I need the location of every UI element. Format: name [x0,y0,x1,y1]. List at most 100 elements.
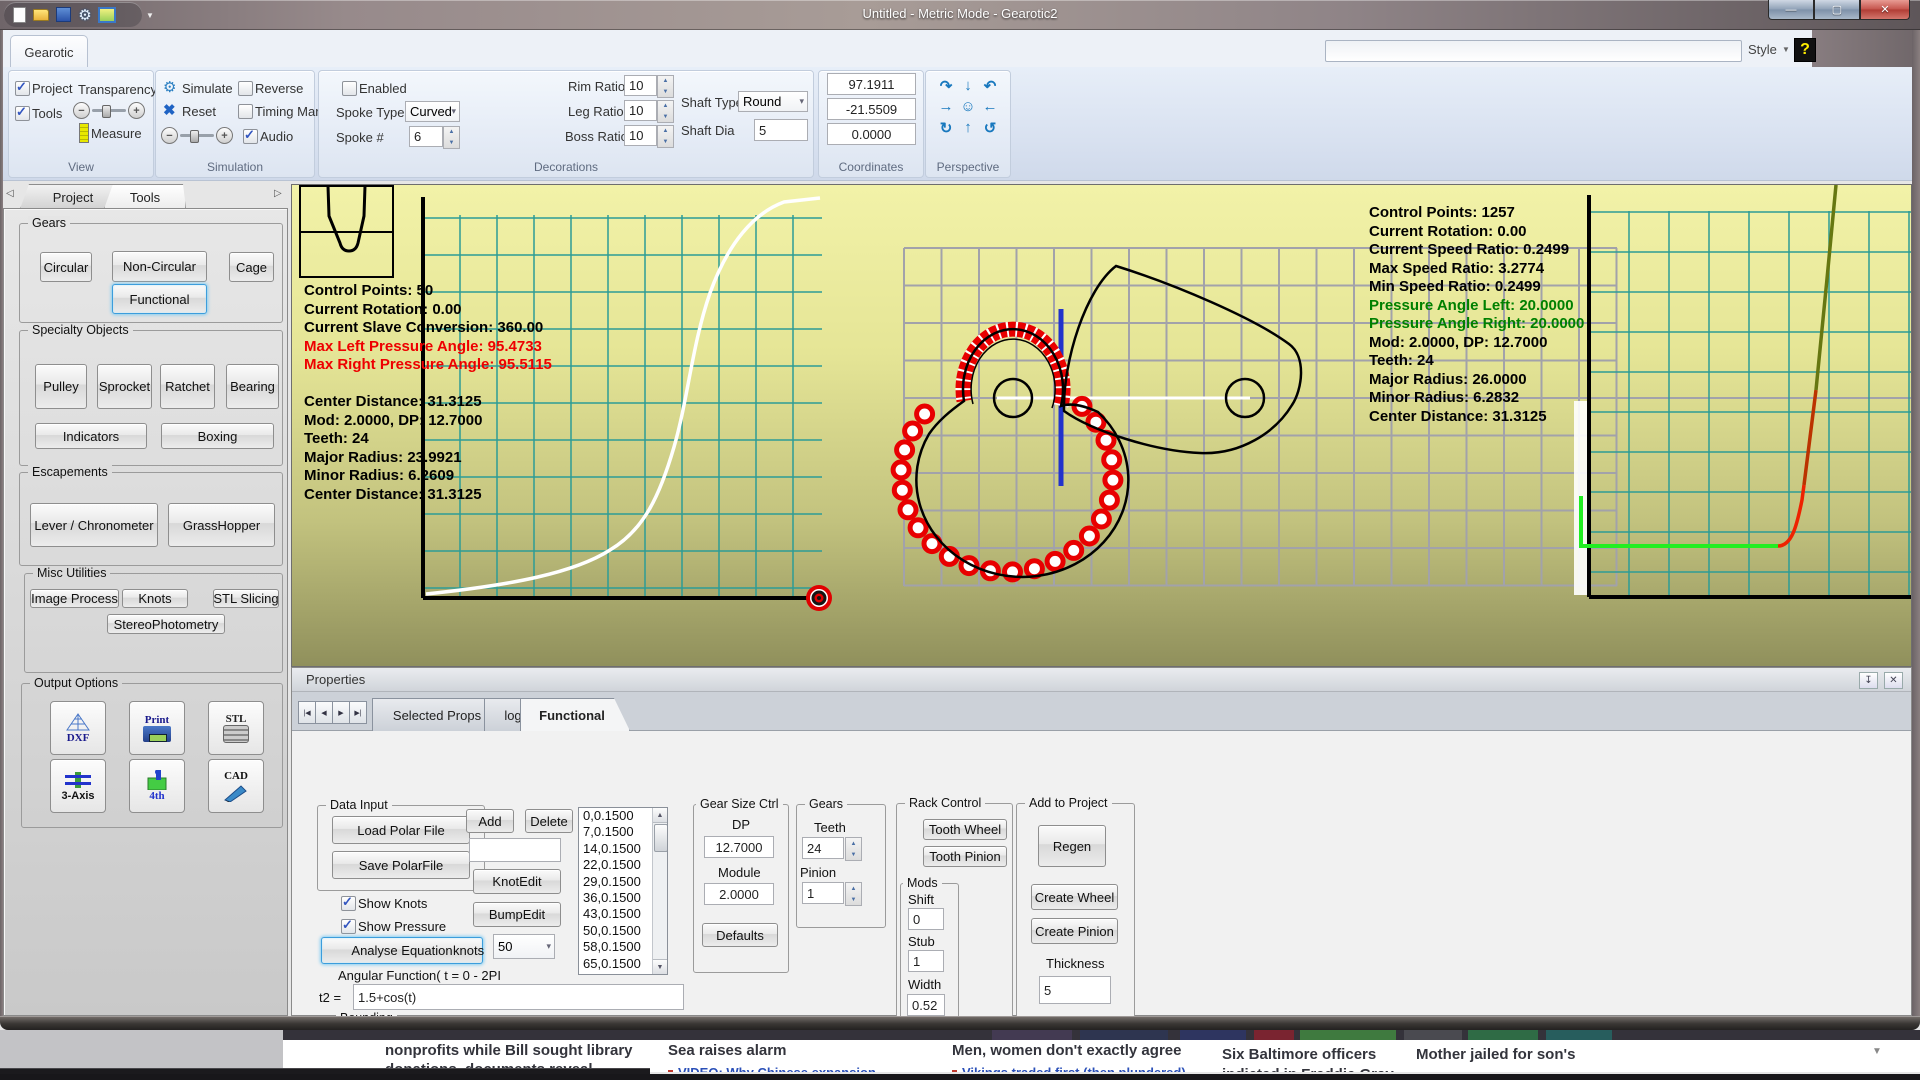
spoke-type-dropdown[interactable]: Curved [405,101,460,122]
audio-checkbox[interactable] [243,129,258,144]
load-polar-file-button[interactable]: Load Polar File [332,816,470,844]
sprocket-button[interactable]: Sprocket [97,364,152,409]
news-headline[interactable]: indicted in Freddie Gray [1222,1066,1394,1072]
simulate-label[interactable]: Simulate [182,81,233,96]
shift-input[interactable]: 0 [908,908,944,930]
pin-icon[interactable]: ↧ [1859,672,1878,689]
news-headline[interactable]: Men, women don't exactly agree [952,1042,1181,1059]
bump-edit-button[interactable]: BumpEdit [473,902,561,927]
knot-marker[interactable] [897,442,913,458]
spin-ccw-icon[interactable]: ↺ [984,119,997,137]
minimize-button[interactable]: — [1768,0,1814,20]
knot-marker[interactable] [917,406,933,422]
knot-list-scrollbar[interactable]: ▲ ▼ [652,808,667,974]
thickness-input[interactable]: 5 [1039,976,1111,1004]
defaults-button[interactable]: Defaults [702,923,778,947]
rotate-ccw-icon[interactable]: ↶ [984,77,997,95]
knot-marker[interactable] [1105,472,1121,488]
export-stl-button[interactable]: STL [208,701,264,755]
knot-marker[interactable] [900,502,916,518]
measure-ruler-icon[interactable] [79,123,89,143]
tab-functional[interactable]: Functional [520,698,630,731]
speed-minus-icon[interactable]: − [161,127,178,144]
new-knot-input[interactable] [469,838,561,862]
pan-down-icon[interactable]: ↓ [964,77,972,94]
create-wheel-button[interactable]: Create Wheel [1031,884,1118,910]
knots-button[interactable]: Knots [122,589,188,608]
image-process-button[interactable]: Image Process [30,589,119,608]
knot-list[interactable]: 0,0.15007,0.150014,0.150022,0.150029,0.1… [578,807,668,975]
knot-marker[interactable] [1026,561,1042,577]
gcode-3axis-button[interactable]: 3-Axis [50,759,106,813]
non-circular-button[interactable]: Non-Circular [112,251,207,282]
tab-next-button[interactable]: ▶ [332,701,350,724]
pan-left-icon[interactable]: ← [983,98,998,115]
knot-marker[interactable] [1047,553,1063,569]
stereophotometry-button[interactable]: StereoPhotometry [107,614,225,634]
speed-plus-icon[interactable]: + [216,127,233,144]
timing-marks-checkbox[interactable] [238,104,253,119]
create-pinion-button[interactable]: Create Pinion [1031,918,1118,944]
knot-marker[interactable] [1066,542,1082,558]
knot-marker[interactable] [905,423,921,439]
save-polar-file-button[interactable]: Save PolarFile [332,851,470,879]
reset-label[interactable]: Reset [182,104,216,119]
lever-chronometer-button[interactable]: Lever / Chronometer [30,503,158,547]
simulate-gears-icon[interactable]: ⚙ [163,78,176,96]
tooth-pinion-button[interactable]: Tooth Pinion [923,846,1007,867]
news-scroll-caret-icon[interactable]: ▼ [1872,1046,1882,1057]
tab-gearotic[interactable]: Gearotic [10,35,88,68]
sidebar-tab-scroll-right-icon[interactable]: ▷ [274,188,282,199]
reset-x-icon[interactable]: ✖ [163,101,176,119]
print-button[interactable]: Print [129,701,185,755]
spin-cw-icon[interactable]: ↻ [940,119,953,137]
knots-count-dropdown[interactable]: 50 [493,934,555,959]
sidebar-tab-scroll-left-icon[interactable]: ◁ [6,188,14,199]
design-canvas[interactable]: Control Points: 50Current Rotation: 0.00… [291,184,1912,667]
help-icon[interactable]: ? [1794,38,1816,62]
reverse-checkbox[interactable] [238,81,253,96]
pinion-spinner[interactable]: ▲▼ [845,882,862,906]
grasshopper-button[interactable]: GrassHopper [168,503,275,547]
stub-input[interactable]: 1 [908,950,944,972]
knot-marker[interactable] [910,520,926,536]
gcode-4th-axis-button[interactable]: 4th [129,759,185,813]
news-link[interactable]: Vikings traded first (then plundered) [952,1065,1186,1072]
speed-slider-handle[interactable] [190,130,199,143]
stl-slicing-button[interactable]: STL Slicing [213,589,279,608]
news-headline[interactable]: nonprofits while Bill sought library [385,1042,633,1059]
slider-handle[interactable] [102,105,111,118]
pulley-button[interactable]: Pulley [35,364,87,409]
enabled-checkbox[interactable] [342,81,357,96]
rotate-cw-icon[interactable]: ↷ [940,77,953,95]
close-button[interactable]: ✕ [1860,0,1910,20]
panel-close-icon[interactable]: ✕ [1884,672,1903,689]
style-dropdown-caret[interactable]: ▼ [1782,45,1790,54]
knot-edit-button[interactable]: KnotEdit [473,869,561,894]
spoke-count-input[interactable]: 6 [409,126,443,147]
project-checkbox[interactable] [15,81,30,96]
knot-marker[interactable] [1081,528,1097,544]
knot-marker[interactable] [1104,452,1120,468]
export-dxf-button[interactable]: DXF [50,701,106,755]
show-pressure-checkbox[interactable] [341,919,356,934]
width-input[interactable]: 0.52 [907,994,945,1016]
knot-marker[interactable] [1101,492,1117,508]
delete-button[interactable]: Delete [525,809,573,833]
knot-marker[interactable] [1093,511,1109,527]
news-headline[interactable]: Sea raises alarm [668,1042,786,1059]
news-link[interactable]: VIDEO: Why Chinese expansion [668,1065,876,1072]
teeth-input[interactable]: 24 [802,837,844,859]
ratchet-button[interactable]: Ratchet [160,364,215,409]
tab-prev-button[interactable]: ◀ [315,701,333,724]
simulation-speed-slider[interactable]: − + [161,127,233,144]
knot-marker[interactable] [893,462,909,478]
spoke-count-spinner[interactable]: ▲▼ [443,126,460,149]
reset-view-smiley-icon[interactable]: ☺ [960,98,975,115]
equation-input[interactable]: 1.5+cos(t) [353,984,684,1010]
circular-button[interactable]: Circular [40,252,92,282]
add-button[interactable]: Add [466,809,514,833]
scroll-down-icon[interactable]: ▼ [653,959,667,974]
show-knots-checkbox[interactable] [341,896,356,911]
zoom-out-icon[interactable]: − [73,102,90,119]
